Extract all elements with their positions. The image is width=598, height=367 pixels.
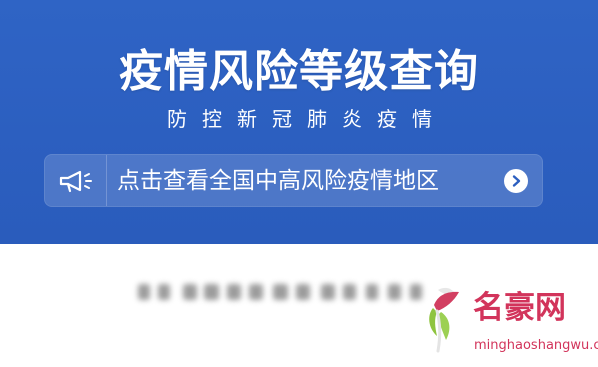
page-title: 疫情风险等级查询 [119,46,479,97]
page-subtitle: 防控新冠肺炎疫情 [167,107,447,131]
blurred-location-text [138,278,434,308]
high-risk-areas-link[interactable]: 点击查看全国中高风险疫情地区 [44,154,543,207]
header-banner: 疫情风险等级查询 防控新冠肺炎疫情 点击查看全国中高风险疫情地区 [0,0,598,244]
leaf-logo-icon [429,287,459,353]
chevron-right-icon[interactable] [504,169,528,193]
site-watermark: 名豪网 minghaoshangwu.com [425,282,598,364]
notice-label: 点击查看全国中高风险疫情地区 [117,168,439,194]
megaphone-icon [45,155,107,206]
watermark-brand: 名豪网 [473,290,566,326]
watermark-url: minghaoshangwu.com [474,338,598,353]
